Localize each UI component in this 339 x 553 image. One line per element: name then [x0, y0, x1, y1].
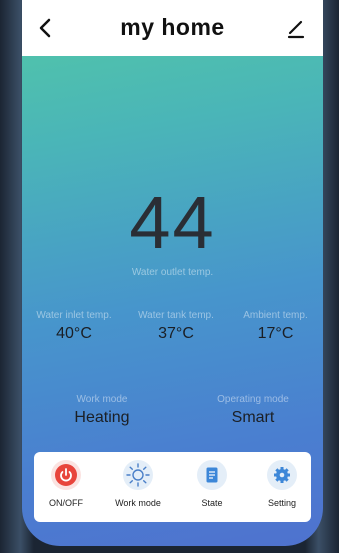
gear-icon — [274, 467, 290, 483]
stat-label: Ambient temp. — [243, 310, 308, 321]
state-label: State — [201, 498, 223, 508]
stat-value: 40°C — [56, 325, 92, 342]
work-mode-button[interactable]: Work mode — [106, 460, 170, 508]
water-outlet-temp-value: 44 — [129, 181, 216, 264]
stat-value: 17°C — [257, 325, 294, 342]
work-mode-status: Work mode Heating — [52, 394, 152, 427]
onoff-icon-circle — [51, 460, 81, 490]
state-button[interactable]: State — [180, 460, 244, 508]
water-tank-temp: Water tank temp. 37°C — [126, 310, 226, 343]
mode-value: Heating — [74, 409, 130, 426]
setting-button[interactable]: Setting — [250, 460, 314, 508]
work-mode-label: Work mode — [115, 498, 161, 508]
mode-label: Work mode — [76, 394, 128, 405]
document-icon — [206, 467, 218, 483]
onoff-label: ON/OFF — [49, 498, 83, 508]
mode-value: Smart — [231, 409, 275, 426]
ambient-temp: Ambient temp. 17°C — [228, 310, 323, 343]
app-screen: my home 44 Water outlet temp. Water inle… — [22, 0, 323, 546]
water-outlet-temp-label: Water outlet temp. — [131, 267, 214, 278]
operating-mode-status: Operating mode Smart — [198, 394, 308, 427]
water-inlet-temp: Water inlet temp. 40°C — [22, 310, 126, 343]
header-bar: my home — [22, 0, 323, 56]
sun-icon — [126, 463, 150, 487]
state-icon-circle — [197, 460, 227, 490]
stat-label: Water tank temp. — [138, 310, 214, 321]
stat-label: Water inlet temp. — [36, 310, 112, 321]
setting-icon-circle — [267, 460, 297, 490]
stat-value: 37°C — [158, 325, 194, 342]
power-icon — [55, 464, 77, 486]
pencil-icon — [287, 20, 305, 39]
work-mode-icon-circle — [123, 460, 153, 490]
setting-label: Setting — [267, 498, 297, 508]
onoff-button[interactable]: ON/OFF — [34, 460, 98, 508]
bottom-toolbar: ON/OFF Work mode State Setting — [34, 452, 311, 522]
page-title: my home — [120, 14, 225, 40]
mode-label: Operating mode — [217, 394, 289, 405]
edit-button[interactable] — [285, 18, 307, 40]
